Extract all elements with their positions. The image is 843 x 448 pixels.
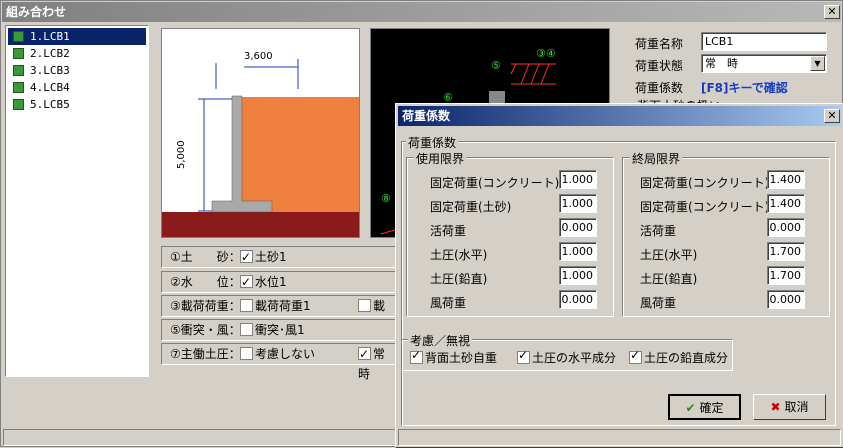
list-item[interactable]: 1.LCB1	[8, 28, 146, 45]
green-square-icon	[13, 31, 24, 42]
combination-list: 1.LCB1 2.LCB2 3.LCB3 4.LCB4 5.LCB5	[5, 25, 149, 377]
factor-label: 活荷重	[430, 224, 467, 238]
dialog-status-bar	[398, 429, 841, 446]
factor-input[interactable]: 1.000	[559, 170, 597, 189]
consider-ignore-title: 考慮／無視	[408, 332, 473, 349]
factor-input[interactable]: 1.000	[559, 194, 597, 213]
service-limit-title: 使用限界	[414, 150, 467, 167]
factor-input[interactable]: 1.400	[767, 170, 805, 189]
load-checkbox[interactable]: 載荷荷重1	[240, 296, 311, 316]
horizontal-pressure-checkbox[interactable]: 土圧の水平成分	[517, 348, 616, 366]
condition-row-water: ②水 位： 水位1	[161, 271, 397, 293]
factor-input[interactable]: 1.700	[767, 242, 805, 261]
factor-label: 風荷重	[640, 296, 677, 310]
load-state-label: 荷重状態	[635, 59, 684, 73]
green-square-icon	[13, 82, 24, 93]
factor-label: 土圧(鉛直)	[430, 272, 488, 286]
factor-label: 土圧(鉛直)	[640, 272, 698, 286]
factor-label: 固定荷重(コンクリート)	[640, 200, 770, 214]
cancel-button[interactable]: ✖ 取消	[753, 394, 826, 420]
factor-label: 土圧(水平)	[430, 248, 488, 262]
load-factor-group-title: 荷重係数	[406, 134, 459, 151]
close-icon: ✖	[770, 400, 781, 414]
factor-label: 風荷重	[430, 296, 467, 310]
factor-input[interactable]: 0.000	[767, 290, 805, 309]
water-checkbox[interactable]: 水位1	[240, 272, 287, 292]
factor-label: 土圧(水平)	[640, 248, 698, 262]
load-name-input[interactable]: LCB1	[701, 32, 827, 51]
backfill-weight-checkbox[interactable]: 背面土砂自重	[410, 348, 497, 366]
list-item[interactable]: 3.LCB3	[8, 62, 146, 79]
main-window: 組み合わせ ✕ 1.LCB1 2.LCB2 3.LCB3 4.LCB4 5.LC…	[0, 0, 843, 448]
load-name-label: 荷重名称	[635, 37, 684, 51]
chevron-down-icon[interactable]: ▼	[810, 56, 825, 71]
load-state-select[interactable]: 常 時 ▼	[701, 54, 827, 73]
wall-drawing: 3,600 5,000	[161, 28, 360, 238]
soil-checkbox[interactable]: 土砂1	[240, 247, 287, 267]
window-title: 組み合わせ	[2, 2, 841, 22]
list-item[interactable]: 4.LCB4	[8, 79, 146, 96]
normal-checkbox[interactable]: 常時	[358, 344, 396, 384]
status-bar	[3, 429, 397, 446]
green-square-icon	[13, 48, 24, 59]
list-item[interactable]: 2.LCB2	[8, 45, 146, 62]
load2-checkbox[interactable]: 載	[358, 296, 385, 316]
cad-marker-8: ⑧	[381, 192, 391, 205]
cad-marker-5: ⑤	[491, 59, 501, 72]
ultimate-limit-title: 終局限界	[630, 150, 683, 167]
condition-row-load: ③載荷荷重： 載荷荷重1 載	[161, 295, 397, 317]
f8-hint: [F8]キーで確認	[701, 81, 788, 95]
factor-input[interactable]: 1.400	[767, 194, 805, 213]
window-close-button[interactable]: ✕	[824, 5, 840, 19]
factor-label: 固定荷重(コンクリート)	[430, 176, 560, 190]
condition-row-active: ⑦主働土圧： 考慮しない 常時	[161, 343, 397, 381]
green-square-icon	[13, 65, 24, 76]
active-checkbox[interactable]: 考慮しない	[240, 344, 315, 364]
condition-row-impact: ⑤衝突・風： 衝突･風1	[161, 319, 397, 341]
factor-input[interactable]: 1.000	[559, 266, 597, 285]
condition-row-soil: ①土 砂： 土砂1	[161, 246, 397, 268]
load-coef-label: 荷重係数	[635, 81, 684, 95]
factor-input[interactable]: 0.000	[559, 290, 597, 309]
list-item[interactable]: 5.LCB5	[8, 96, 146, 113]
factor-input[interactable]: 1.000	[559, 242, 597, 261]
vertical-pressure-checkbox[interactable]: 土圧の鉛直成分	[629, 348, 728, 366]
dialog-title: 荷重係数	[398, 106, 841, 126]
load-factor-dialog: 荷重係数 ✕ 荷重係数 使用限界 固定荷重(コンクリート) 1.000 固定荷重…	[395, 103, 843, 448]
green-square-icon	[13, 99, 24, 110]
factor-label: 固定荷重(コンクリート)	[640, 176, 770, 190]
factor-label: 活荷重	[640, 224, 677, 238]
factor-input[interactable]: 0.000	[767, 218, 805, 237]
factor-input[interactable]: 0.000	[559, 218, 597, 237]
dialog-close-button[interactable]: ✕	[824, 109, 840, 123]
factor-label: 固定荷重(土砂)	[430, 200, 512, 214]
dimension-width: 3,600	[244, 51, 273, 62]
check-icon: ✔	[685, 401, 696, 415]
ok-button[interactable]: ✔ 確定	[668, 394, 741, 420]
dimension-height: 5,000	[176, 140, 187, 169]
factor-input[interactable]: 1.700	[767, 266, 805, 285]
cad-marker-34: ③④	[536, 47, 556, 60]
impact-checkbox[interactable]: 衝突･風1	[240, 320, 305, 340]
